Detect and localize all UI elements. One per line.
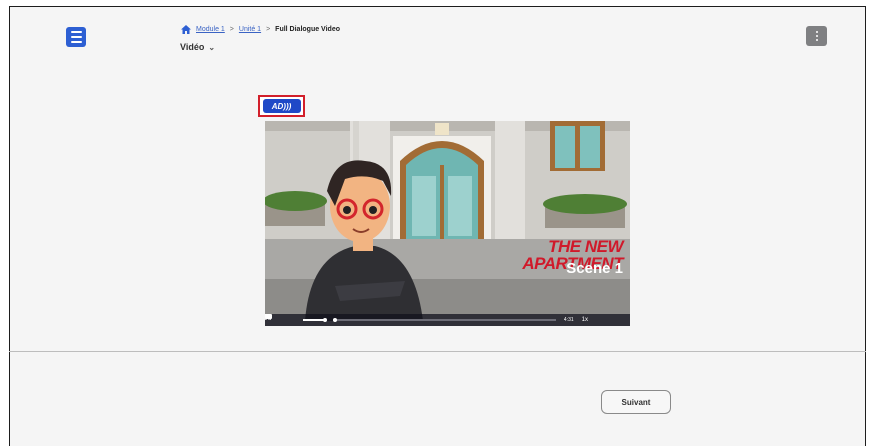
video-player[interactable]: THE NEW APARTMENT Scene 1 4:31 1x xyxy=(265,121,630,326)
time-remaining: 4:31 xyxy=(563,317,574,323)
video-frame xyxy=(265,121,630,326)
audio-description-button[interactable]: AD))) xyxy=(262,99,301,113)
breadcrumb-link-module[interactable]: Module 1 xyxy=(196,26,225,33)
more-dot xyxy=(815,31,818,33)
breadcrumb-current: Full Dialogue Video xyxy=(275,26,340,33)
next-button[interactable]: Suivant xyxy=(601,390,671,414)
playback-speed[interactable]: 1x xyxy=(582,317,588,323)
section-dropdown[interactable]: Vidéo ⌄ xyxy=(180,42,215,52)
volume-slider[interactable] xyxy=(303,317,327,322)
home-icon[interactable] xyxy=(181,25,191,34)
hamburger-menu-button[interactable] xyxy=(66,27,86,47)
more-dot xyxy=(815,39,818,41)
content-divider xyxy=(9,351,866,352)
more-options-button[interactable] xyxy=(806,26,827,46)
menu-line xyxy=(70,36,82,38)
breadcrumb-separator: > xyxy=(229,26,234,33)
breadcrumb-link-unit[interactable]: Unité 1 xyxy=(239,26,261,33)
menu-line xyxy=(70,41,82,43)
progress-track[interactable] xyxy=(333,317,556,322)
chevron-down-icon: ⌄ xyxy=(208,42,216,52)
video-controls-bar: 4:31 1x xyxy=(265,314,630,326)
breadcrumb-separator: > xyxy=(266,26,271,33)
breadcrumb: Module 1 > Unité 1 > Full Dialogue Video xyxy=(181,25,340,34)
section-title-label: Vidéo xyxy=(180,42,205,52)
menu-line xyxy=(70,31,82,33)
video-overlay-subtitle: Scene 1 xyxy=(566,260,623,277)
more-dot xyxy=(815,35,818,37)
audio-description-highlight: AD))) xyxy=(258,95,305,117)
progress-handle[interactable] xyxy=(333,317,337,322)
